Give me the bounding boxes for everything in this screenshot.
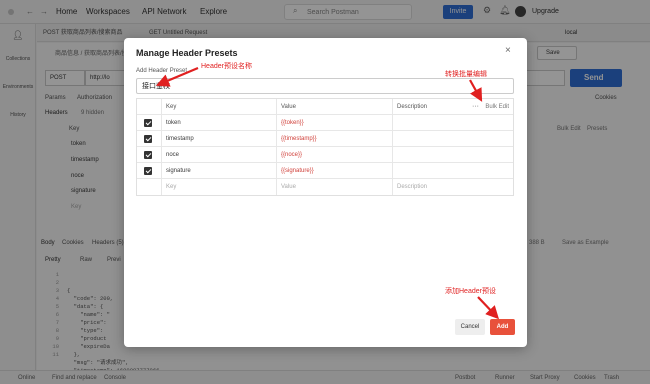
annotation-arrows bbox=[155, 66, 500, 320]
arrow-to-preset-input bbox=[155, 66, 199, 87]
arrow-to-add-button bbox=[477, 296, 500, 320]
arrow-to-bulk-edit bbox=[469, 79, 483, 102]
